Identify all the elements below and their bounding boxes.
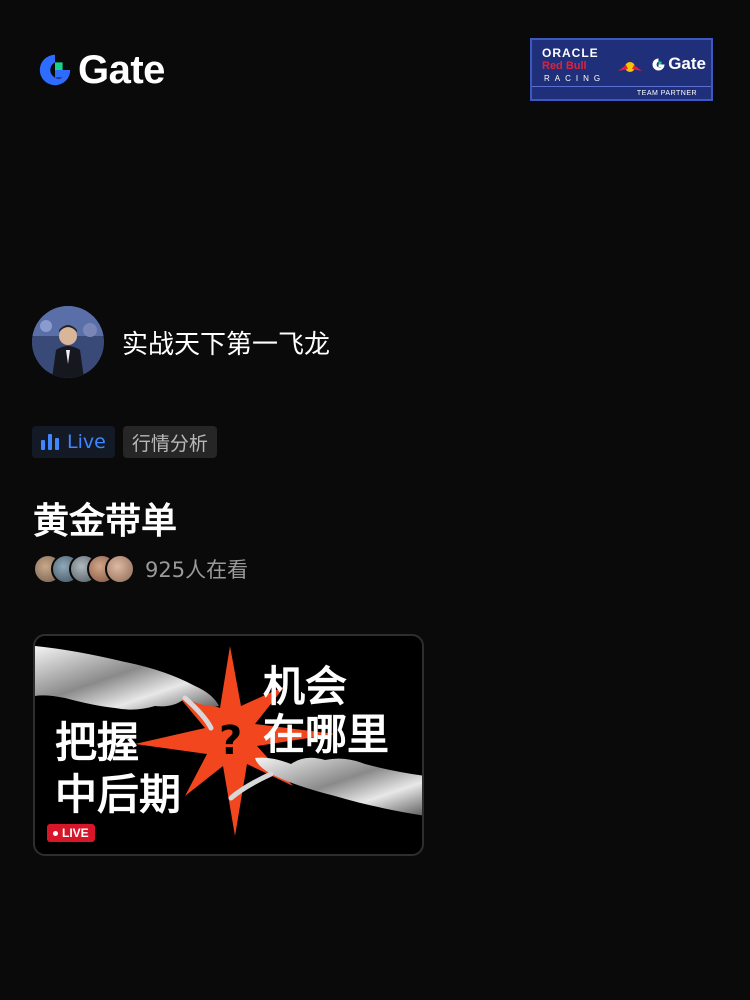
- partner-divider: [532, 86, 711, 87]
- stream-thumbnail[interactable]: ? 机会 在哪里 把握 中后期 LIVE: [33, 634, 424, 856]
- thumbnail-live-badge: LIVE: [47, 824, 95, 842]
- live-bars-icon: [41, 434, 59, 450]
- viewer-count: 925人在看: [33, 554, 248, 584]
- live-dot-icon: [53, 830, 58, 836]
- partner-oracle-text: ORACLE: [542, 46, 599, 60]
- category-tag-label: 行情分析: [131, 432, 208, 455]
- gate-logo[interactable]: Gate: [36, 50, 165, 90]
- category-tag[interactable]: 行情分析: [122, 426, 217, 458]
- partner-racing-text: RACING: [544, 74, 606, 83]
- viewer-avatar: [105, 554, 135, 584]
- partner-gate-text: Gate: [668, 54, 706, 73]
- thumbnail-text: 把握: [55, 718, 140, 767]
- gate-logo-icon: [652, 58, 665, 70]
- partner-gate-logo: Gate: [634, 54, 706, 74]
- host-name[interactable]: 实战天下第一飞龙: [122, 324, 330, 361]
- thumbnail-text: 机会: [263, 662, 348, 711]
- live-tag-label: Live: [67, 431, 106, 453]
- thumbnail-live-label: LIVE: [62, 826, 89, 840]
- thumbnail-text: 中后期: [55, 770, 182, 819]
- viewer-count-text: 925人在看: [145, 558, 249, 582]
- stream-title: 黄金带单: [33, 501, 178, 542]
- thumbnail-text: 在哪里: [263, 710, 390, 759]
- live-tag: Live: [32, 426, 115, 458]
- gate-logo-text: Gate: [78, 48, 165, 92]
- viewer-avatars: [33, 554, 135, 584]
- host-avatar-image: [32, 306, 104, 378]
- partner-footer-text: TEAM PARTNER: [636, 90, 698, 97]
- partner-redbull-text: Red Bull: [542, 60, 587, 72]
- question-mark: ?: [219, 718, 243, 764]
- host-info[interactable]: 实战天下第一飞龙: [32, 306, 330, 378]
- partner-badge: ORACLE Red Bull RACING Gate TEAM PARTNER: [530, 38, 713, 101]
- host-avatar[interactable]: [32, 306, 104, 378]
- stream-tags: Live 行情分析: [32, 426, 217, 458]
- gate-logo-icon: [39, 54, 71, 86]
